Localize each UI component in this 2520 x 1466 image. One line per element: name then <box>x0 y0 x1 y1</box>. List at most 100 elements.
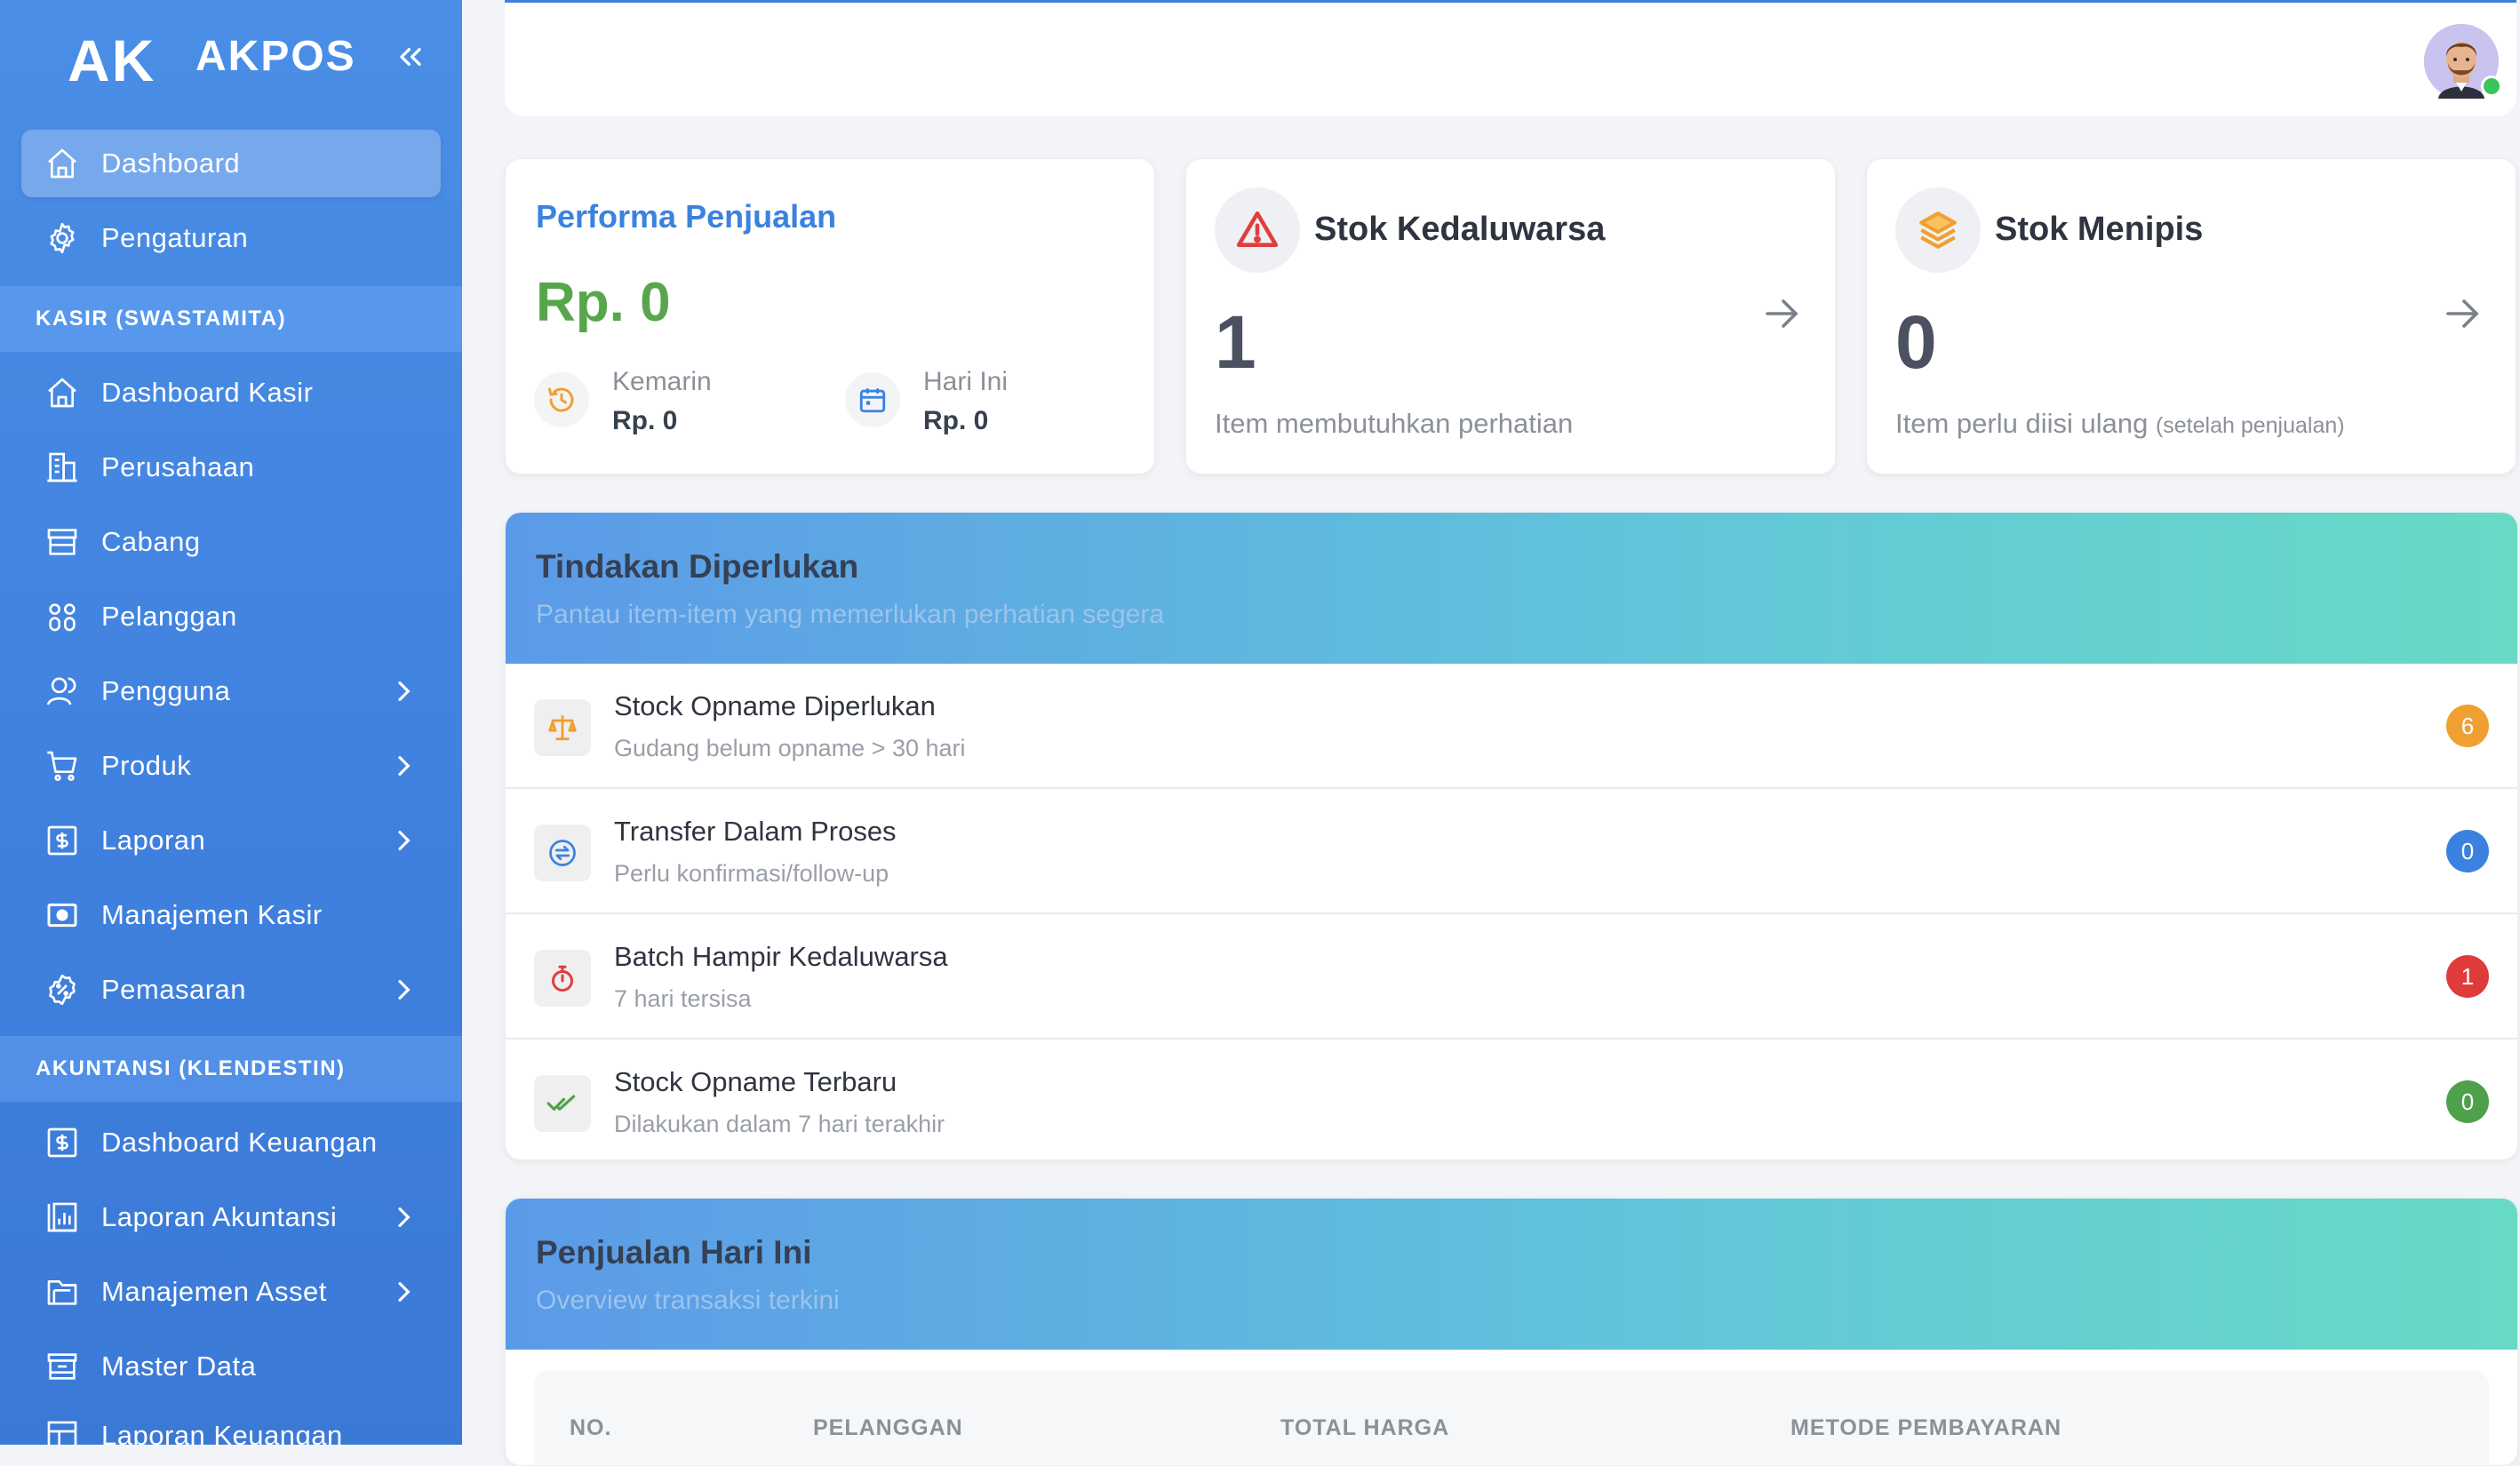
folder-icon <box>43 1272 82 1311</box>
brand-name[interactable]: AKPOS <box>195 32 356 81</box>
section-header-label: KASIR (SWASTAMITA) <box>36 307 287 331</box>
penjualan-hari-ini-panel: Penjualan Hari Ini Overview transaksi te… <box>505 1198 2518 1466</box>
history-icon <box>534 372 589 427</box>
sidebar-item-label: Cabang <box>101 526 201 557</box>
sidebar-item-dashboard[interactable]: Dashboard <box>21 130 441 197</box>
user-avatar[interactable] <box>2424 24 2502 99</box>
stok-menipis-card[interactable]: Stok Menipis 0 Item perlu diisi ulang (s… <box>1866 158 2516 474</box>
arrow-right-icon[interactable] <box>2441 292 2484 335</box>
count-badge: 1 <box>2446 955 2489 998</box>
action-row-opname-terbaru[interactable]: Stock Opname Terbaru Dilakukan dalam 7 h… <box>506 1040 2517 1159</box>
tindakan-diperlukan-panel: Tindakan Diperlukan Pantau item-item yan… <box>505 512 2518 1160</box>
kemarin-value: Rp. 0 <box>612 406 678 435</box>
sidebar-item-label: Laporan <box>101 825 206 856</box>
panel-subtitle: Pantau item-item yang memerlukan perhati… <box>536 600 1165 629</box>
cash-register-icon <box>43 896 82 935</box>
sidebar-item-pengaturan[interactable]: Pengaturan <box>21 204 441 272</box>
dollar-report-icon <box>43 821 82 860</box>
sidebar-item-label: Dashboard Keuangan <box>101 1127 378 1158</box>
sidebar-item-label: Pemasaran <box>101 974 247 1005</box>
sidebar-item-label: Manajemen Asset <box>101 1276 327 1307</box>
panel-title: Penjualan Hari Ini <box>536 1234 812 1271</box>
row-subtitle: Gudang belum opname > 30 hari <box>614 735 966 761</box>
double-check-icon <box>534 1075 591 1132</box>
sidebar-item-laporan[interactable]: Laporan <box>21 807 441 874</box>
kemarin-stat: Kemarin Rp. 0 <box>534 367 712 436</box>
section-header-label: AKUNTANSI (KLENDESTIN) <box>36 1056 346 1080</box>
sidebar-item-label: Master Data <box>101 1350 257 1382</box>
sidebar-item-label: Produk <box>101 750 192 781</box>
panel-header: Tindakan Diperlukan Pantau item-item yan… <box>506 513 2517 664</box>
hari-ini-stat: Hari Ini Rp. 0 <box>845 367 1008 436</box>
chevron-right-icon <box>389 752 418 780</box>
sidebar-item-dashboard-kasir[interactable]: Dashboard Kasir <box>21 359 441 426</box>
brand-logo[interactable]: AK <box>68 27 156 94</box>
hari-ini-value: Rp. 0 <box>923 406 989 435</box>
action-row-transfer[interactable]: Transfer Dalam Proses Perlu konfirmasi/f… <box>506 789 2517 914</box>
building-icon <box>43 448 82 487</box>
panel-header: Penjualan Hari Ini Overview transaksi te… <box>506 1199 2517 1350</box>
row-title: Batch Hampir Kedaluwarsa <box>614 941 948 972</box>
sidebar-item-label: Dashboard Kasir <box>101 377 314 408</box>
collapse-sidebar-icon[interactable] <box>393 39 428 75</box>
brand: AK AKPOS <box>0 0 462 124</box>
section-header-kasir: KASIR (SWASTAMITA) <box>0 286 462 352</box>
sidebar-item-manajemen-kasir[interactable]: Manajemen Kasir <box>21 881 441 949</box>
home-icon <box>43 373 82 412</box>
sidebar-item-laporan-keuangan[interactable]: Laporan Keuangan <box>21 1402 441 1445</box>
archive-icon <box>43 1347 82 1386</box>
table-icon <box>43 1416 82 1445</box>
sidebar-item-master-data[interactable]: Master Data <box>21 1333 441 1400</box>
sidebar-item-label: Pengguna <box>101 675 231 706</box>
sidebar-item-produk[interactable]: Produk <box>21 732 441 800</box>
card-title: Performa Penjualan <box>536 198 837 235</box>
stat-subtitle-text: Item perlu diisi ulang <box>1895 408 2149 439</box>
sidebar-item-label: Pelanggan <box>101 601 237 632</box>
count-badge: 0 <box>2446 830 2489 872</box>
user-icon <box>43 672 82 711</box>
users-icon <box>43 597 82 636</box>
row-title: Stock Opname Terbaru <box>614 1066 897 1097</box>
column-header-total-harga[interactable]: TOTAL HARGA <box>1280 1415 1449 1441</box>
column-header-metode-pembayaran[interactable]: METODE PEMBAYARAN <box>1790 1415 2061 1441</box>
row-subtitle: 7 hari tersisa <box>614 985 752 1012</box>
sidebar-item-laporan-akuntansi[interactable]: Laporan Akuntansi <box>21 1183 441 1251</box>
action-row-batch-kedaluwarsa[interactable]: Batch Hampir Kedaluwarsa 7 hari tersisa … <box>506 914 2517 1040</box>
sidebar-item-pemasaran[interactable]: Pemasaran <box>21 956 441 1024</box>
arrow-right-icon[interactable] <box>1760 292 1803 335</box>
cart-icon <box>43 746 82 785</box>
hari-ini-label: Hari Ini <box>923 367 1009 396</box>
sidebar-item-cabang[interactable]: Cabang <box>21 508 441 576</box>
row-title: Transfer Dalam Proses <box>614 816 897 847</box>
section-header-akuntansi: AKUNTANSI (KLENDESTIN) <box>0 1036 462 1102</box>
stat-value: 0 <box>1895 300 1937 384</box>
topbar <box>505 0 2516 116</box>
column-header-pelanggan[interactable]: PELANGGAN <box>813 1415 963 1441</box>
gear-icon <box>43 219 82 258</box>
sidebar-item-dashboard-keuangan[interactable]: Dashboard Keuangan <box>21 1109 441 1176</box>
discount-icon <box>43 970 82 1009</box>
sidebar-item-label: Dashboard <box>101 147 241 179</box>
chevron-right-icon <box>389 976 418 1004</box>
sidebar-item-pengguna[interactable]: Pengguna <box>21 657 441 725</box>
row-title: Stock Opname Diperlukan <box>614 690 936 721</box>
stat-subtitle-note: (setelah penjualan) <box>2155 413 2345 438</box>
sidebar-item-label: Perusahaan <box>101 451 255 482</box>
column-header-no[interactable]: NO. <box>570 1415 611 1441</box>
sales-amount: Rp. 0 <box>536 272 671 333</box>
sidebar: AK AKPOS Dashboard Pengaturan KASIR (SWA… <box>0 0 462 1445</box>
chevron-right-icon <box>389 826 418 855</box>
sidebar-item-pelanggan[interactable]: Pelanggan <box>21 583 441 650</box>
sidebar-item-perusahaan[interactable]: Perusahaan <box>21 434 441 501</box>
action-row-stock-opname[interactable]: Stock Opname Diperlukan Gudang belum opn… <box>506 664 2517 789</box>
calendar-icon <box>845 372 900 427</box>
sidebar-item-label: Laporan Akuntansi <box>101 1201 338 1232</box>
row-subtitle: Dilakukan dalam 7 hari terakhir <box>614 1111 945 1137</box>
card-title: Stok Menipis <box>1995 211 2204 248</box>
table-header: NO. PELANGGAN TOTAL HARGA METODE PEMBAYA… <box>534 1371 2489 1465</box>
online-status-dot <box>2481 76 2502 97</box>
sidebar-item-manajemen-asset[interactable]: Manajemen Asset <box>21 1258 441 1326</box>
scale-icon <box>534 699 591 756</box>
row-subtitle: Perlu konfirmasi/follow-up <box>614 860 889 887</box>
stok-kedaluwarsa-card[interactable]: Stok Kedaluwarsa 1 Item membutuhkan perh… <box>1185 158 1836 474</box>
